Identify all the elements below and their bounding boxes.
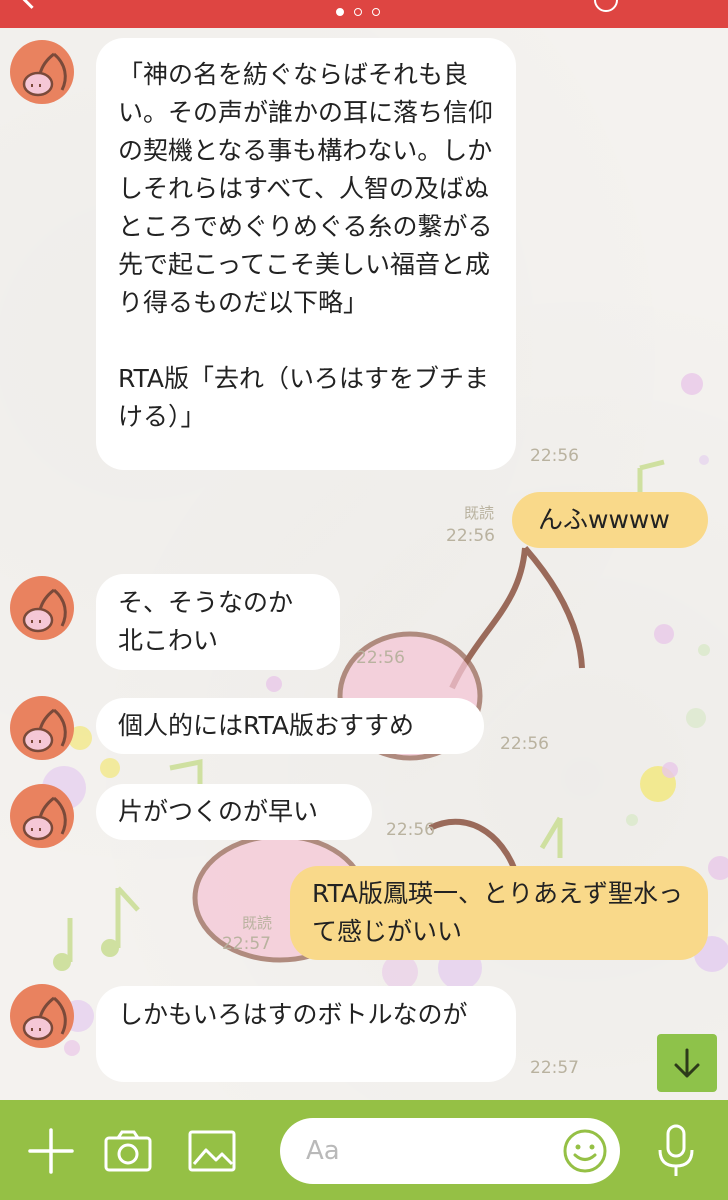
message-bubble[interactable]: そ、そうなのか 北こわい — [96, 574, 340, 670]
avatar-cherry-icon — [22, 796, 67, 841]
message-time: 22:56 — [356, 648, 405, 668]
message-time: 22:56 — [530, 446, 579, 466]
avatar[interactable] — [10, 696, 74, 760]
message-time: 22:57 — [530, 1058, 579, 1078]
page-dot-active — [336, 8, 344, 16]
camera-icon[interactable] — [104, 1130, 152, 1178]
avatar-cherry-icon — [22, 588, 67, 633]
message-input[interactable]: Aa — [280, 1118, 620, 1184]
message-time: 22:56 — [500, 734, 549, 754]
image-icon[interactable] — [188, 1130, 236, 1176]
avatar[interactable] — [10, 40, 74, 104]
message-bubble[interactable]: 片がつくのが早い — [96, 784, 372, 840]
back-chevron-icon[interactable] — [18, 0, 45, 9]
page-dot — [372, 8, 380, 16]
avatar[interactable] — [10, 784, 74, 848]
message-bubble[interactable]: しかもいろはすのボトルなのが — [96, 986, 516, 1082]
message-bubble[interactable]: んふwwww — [512, 492, 708, 548]
scroll-to-bottom-button[interactable] — [657, 1034, 717, 1092]
avatar[interactable] — [10, 984, 74, 1048]
header-bar — [0, 0, 728, 28]
message-bubble[interactable]: 「神の名を紡ぐならばそれも良い。その声が誰かの耳に落ち信仰の契機となる事も構わな… — [96, 38, 516, 470]
avatar[interactable] — [10, 576, 74, 640]
chat-area[interactable]: 「神の名を紡ぐならばそれも良い。その声が誰かの耳に落ち信仰の契機となる事も構わな… — [0, 28, 728, 1100]
microphone-icon[interactable] — [656, 1124, 696, 1182]
message-input-placeholder: Aa — [306, 1136, 340, 1166]
page-indicator — [336, 8, 380, 16]
plus-icon[interactable] — [28, 1128, 74, 1178]
message-time: 22:56 — [446, 526, 495, 546]
read-receipt: 既読 — [464, 504, 495, 522]
avatar-cherry-icon — [22, 708, 67, 753]
message-bubble[interactable]: RTA版鳳瑛一、とりあえず聖水って感じがいい — [290, 866, 708, 960]
page-dot — [354, 8, 362, 16]
emoji-icon[interactable] — [562, 1128, 608, 1174]
read-receipt: 既読 — [242, 914, 273, 932]
avatar-cherry-icon — [22, 52, 67, 97]
avatar-cherry-icon — [22, 996, 67, 1041]
header-menu-icon[interactable] — [594, 0, 618, 12]
message-bubble[interactable]: 個人的にはRTA版おすすめ — [96, 698, 484, 754]
arrow-down-icon — [674, 1048, 700, 1078]
message-time: 22:56 — [386, 820, 435, 840]
message-time: 22:57 — [222, 934, 271, 954]
